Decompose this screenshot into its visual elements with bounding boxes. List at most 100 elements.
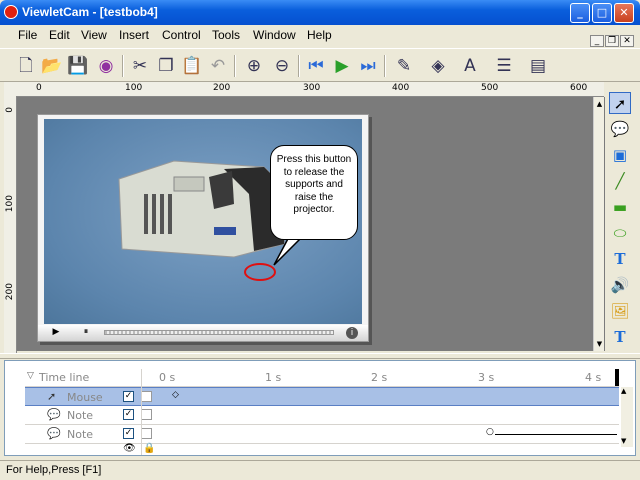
menu-tools[interactable]: Tools [212,28,240,42]
close-button[interactable]: ✕ [614,3,634,23]
vertical-ruler: 0 100 200 [4,97,17,355]
play-icon[interactable]: ▶ [330,54,354,78]
image-icon[interactable]: 🖼 [609,300,631,322]
toolbar-separator [122,55,124,77]
app-icon [4,5,18,19]
properties-icon[interactable]: ▤ [526,54,550,78]
timeline-title: Time line [39,371,90,384]
scroll-down-icon[interactable]: ▼ [621,437,626,445]
zoom-in-icon[interactable]: ⊕ [242,54,266,78]
open-folder-icon[interactable]: 📂 [40,54,64,78]
mdi-minimize-button[interactable]: _ [590,35,604,47]
fill-color-icon[interactable]: ◈ [426,54,450,78]
callout-note[interactable]: Press this button to release the support… [270,145,358,240]
canvas-vertical-scrollbar[interactable]: ▲ ▼ [593,97,604,351]
ruler-label: 300 [303,83,321,93]
line-style-icon[interactable]: ☰ [492,54,516,78]
lock-checkbox[interactable] [141,428,152,439]
menu-file[interactable]: File [18,28,37,42]
rewind-icon[interactable]: ⏮ [304,54,328,78]
lock-checkbox[interactable] [141,391,152,402]
timeline-header: ▽ Time line 0 s 1 s 2 s 3 s 4 s [25,369,619,387]
keyframe-marker[interactable]: ◇ [172,390,179,400]
font-color-icon[interactable]: A [458,54,482,78]
note-icon: 💬 [47,408,61,421]
select-arrow-icon[interactable]: ➚ [609,92,631,114]
timeline-panel: ▽ Time line 0 s 1 s 2 s 3 s 4 s ➚ Mouse … [4,360,636,456]
visible-checkbox[interactable]: ✓ [123,391,134,402]
menu-insert[interactable]: Insert [119,28,149,42]
rectangle-icon[interactable]: ▬ [609,196,631,218]
keyframe-marker[interactable]: ○ [486,427,494,437]
text-box-icon[interactable]: T [609,326,631,348]
player-info-icon[interactable]: i [346,327,358,339]
line-icon[interactable]: ╱ [609,170,631,192]
note-icon[interactable]: 💬 [609,118,631,140]
undo-icon[interactable]: ↶ [206,54,230,78]
save-icon[interactable]: 💾 [66,54,90,78]
status-bar: For Help,Press [F1] [0,460,640,480]
title-bar[interactable]: ViewletCam - [testbob4] _ □ ✕ [0,0,640,25]
row-label: Note [67,428,94,441]
row-label: Mouse [67,391,103,404]
cut-icon[interactable]: ✂ [128,54,152,78]
ellipse-icon[interactable]: ⬭ [609,222,631,244]
menu-view[interactable]: View [81,28,107,42]
cursor-icon: ➚ [47,390,57,403]
menu-edit[interactable]: Edit [49,28,70,42]
copy-icon[interactable]: ❐ [154,54,178,78]
player-play-icon[interactable]: ▶ [46,327,66,339]
fast-forward-icon[interactable]: ⏭ [356,54,380,78]
player-pause-icon[interactable]: ⏸ [76,327,96,339]
status-text: For Help,Press [F1] [6,464,102,476]
time-tick: 2 s [371,371,388,384]
ruler-label: 0 [5,107,15,113]
visible-checkbox[interactable]: ✓ [123,409,134,420]
menu-control[interactable]: Control [162,28,201,42]
record-icon[interactable]: ◉ [94,54,118,78]
button-icon[interactable]: ▣ [609,144,631,166]
mdi-restore-button[interactable]: ❐ [605,35,619,47]
duration-bar[interactable] [495,434,617,435]
note-icon: 💬 [47,427,61,440]
minimize-button[interactable]: _ [570,3,590,23]
toolbar-separator [384,55,386,77]
ruler-label: 400 [392,83,410,93]
timeline-row-note[interactable]: 💬 Note ✓ ○ [25,425,619,444]
time-tick: 3 s [478,371,495,384]
maximize-button[interactable]: □ [592,3,612,23]
text-icon[interactable]: T [609,248,631,270]
lock-checkbox[interactable] [141,409,152,420]
paste-icon[interactable]: 📋 [180,54,204,78]
visible-checkbox[interactable]: ✓ [123,428,134,439]
slide-frame[interactable]: Press this button to release the support… [37,114,369,342]
playhead-marker[interactable] [615,369,619,386]
ruler-label: 100 [125,83,143,93]
ruler-label: 200 [213,83,231,93]
line-color-icon[interactable]: ✎ [392,54,416,78]
row-label: Note [67,409,94,422]
sound-icon[interactable]: 🔊 [609,274,631,296]
player-progress-bar[interactable] [104,330,334,335]
scroll-down-icon[interactable]: ▼ [595,337,604,351]
toolbar-separator [298,55,300,77]
collapse-icon[interactable]: ▽ [27,371,34,381]
timeline-scrollbar[interactable]: ▲ ▼ [621,387,633,447]
editing-canvas[interactable]: Press this button to release the support… [17,97,605,351]
toolbar-separator [234,55,236,77]
panel-splitter[interactable] [0,353,640,359]
menu-window[interactable]: Window [253,28,296,42]
mdi-close-button[interactable]: ✕ [620,35,634,47]
menu-help[interactable]: Help [307,28,332,42]
timeline-row-mouse[interactable]: ➚ Mouse ✓ ◇ [25,387,619,406]
timeline-row-note[interactable]: 💬 Note ✓ [25,406,619,425]
projector-photo[interactable]: Press this button to release the support… [44,119,362,324]
lock-icon: 🔒 [143,443,156,454]
timeline-divider [141,369,142,455]
scroll-up-icon[interactable]: ▲ [621,387,626,395]
new-file-icon[interactable]: 🗋 [14,54,38,78]
scroll-up-icon[interactable]: ▲ [595,97,604,111]
zoom-out-icon[interactable]: ⊖ [270,54,294,78]
ruler-label: 100 [5,195,15,213]
ruler-label: 200 [5,283,15,301]
